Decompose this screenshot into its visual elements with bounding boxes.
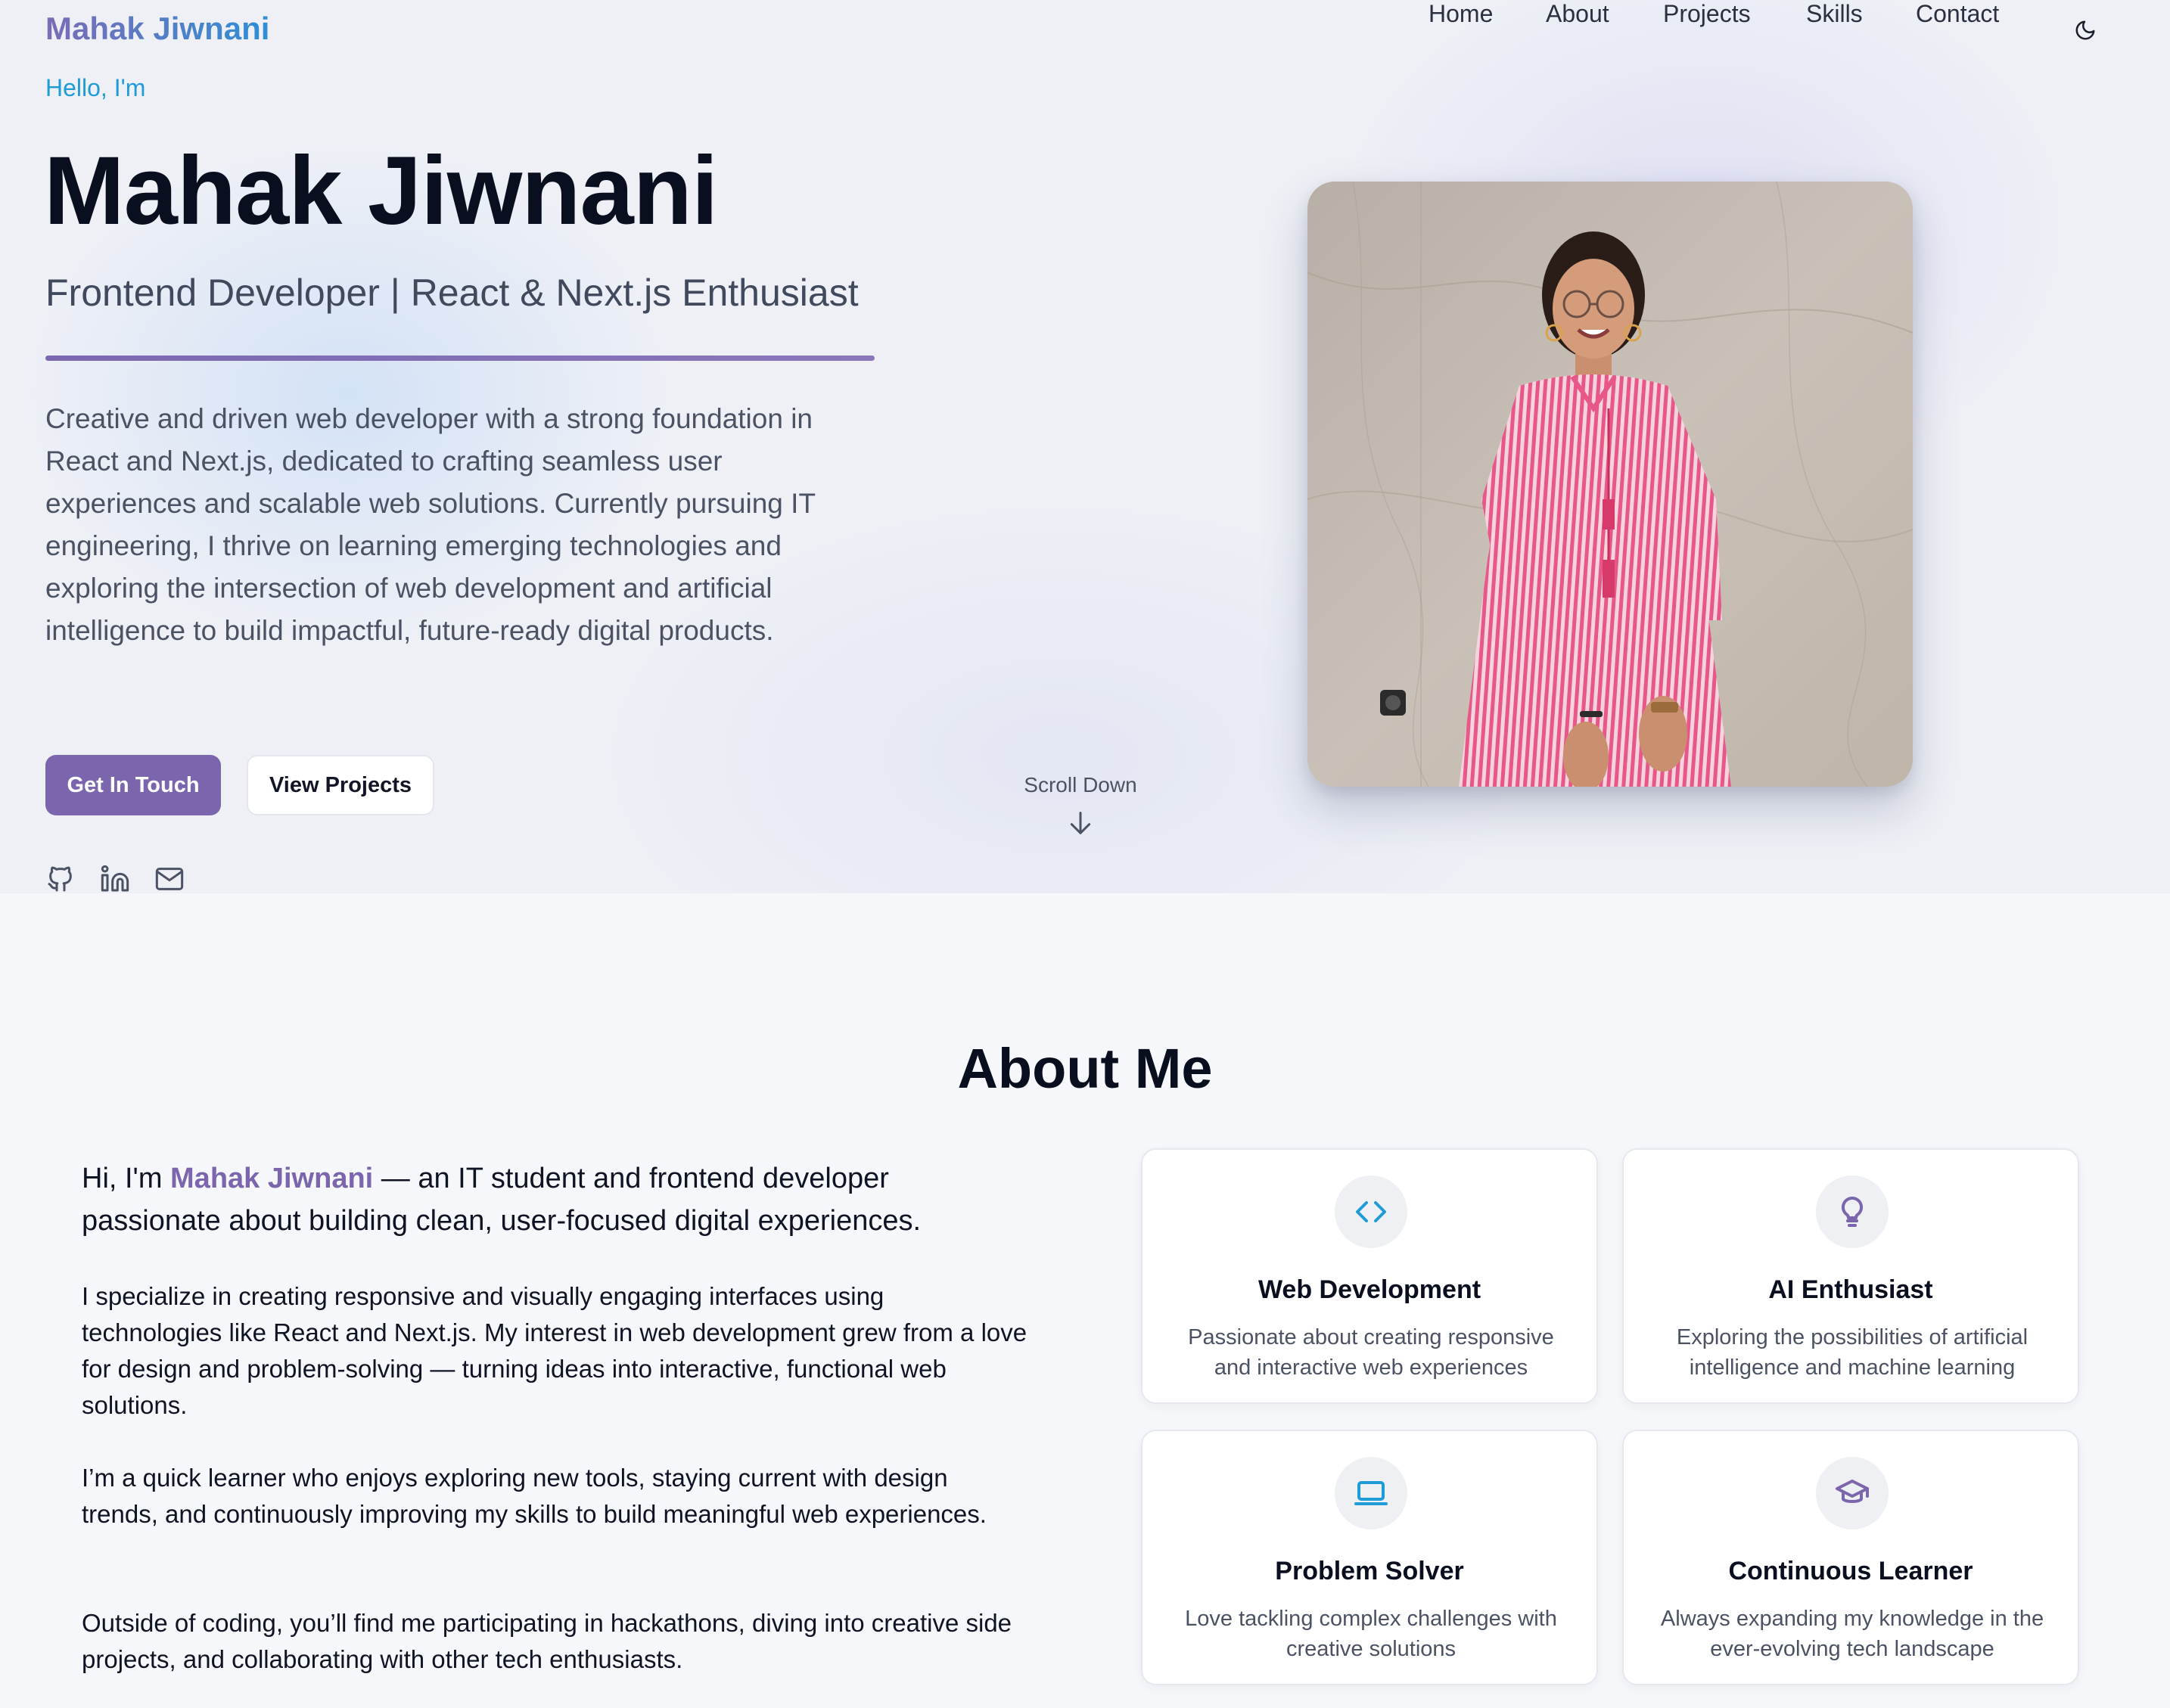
nav-about[interactable]: About xyxy=(1546,0,1609,28)
brand-logo[interactable]: Mahak Jiwnani xyxy=(45,11,269,47)
lightbulb-icon xyxy=(1841,1196,1864,1227)
code-icon xyxy=(1356,1201,1386,1222)
card-title: AI Enthusiast xyxy=(1768,1275,1933,1304)
nav-contact[interactable]: Contact xyxy=(1916,0,1999,28)
card-web-development: Web Development Passionate about creatin… xyxy=(1141,1148,1598,1404)
github-link[interactable] xyxy=(45,864,76,893)
card-title: Web Development xyxy=(1258,1275,1481,1304)
card-icon-wrap xyxy=(1816,1175,1889,1248)
about-paragraph-3: Outside of coding, you’ll find me partic… xyxy=(82,1609,1012,1673)
github-icon xyxy=(48,866,72,892)
view-projects-button[interactable]: View Projects xyxy=(247,755,434,815)
about-paragraph-1: I specialize in creating responsive and … xyxy=(82,1282,1027,1419)
hero-underline xyxy=(45,356,875,361)
moon-icon xyxy=(2075,20,2095,40)
hero-name: Mahak Jiwnani xyxy=(44,137,718,245)
about-intro-prefix: Hi, I'm xyxy=(82,1163,171,1194)
profile-photo xyxy=(1307,182,1913,787)
card-ai-enthusiast: AI Enthusiast Exploring the possibilitie… xyxy=(1622,1148,2079,1404)
card-icon-wrap xyxy=(1335,1175,1407,1248)
card-continuous-learner: Continuous Learner Always expanding my k… xyxy=(1622,1430,2079,1685)
card-icon-wrap xyxy=(1816,1457,1889,1529)
theme-toggle-button[interactable] xyxy=(2069,14,2102,47)
nav-projects[interactable]: Projects xyxy=(1663,0,1751,28)
mail-icon xyxy=(155,868,184,890)
scroll-down-label[interactable]: Scroll Down xyxy=(984,773,1177,797)
nav-home[interactable]: Home xyxy=(1429,0,1493,28)
hero-greeting: Hello, I'm xyxy=(45,74,146,101)
graduation-cap-icon xyxy=(1836,1480,1869,1503)
hero-section: Mahak Jiwnani Home About Projects Skills… xyxy=(0,0,2170,893)
get-in-touch-button[interactable]: Get In Touch xyxy=(45,755,221,815)
card-icon-wrap xyxy=(1335,1457,1407,1529)
card-title: Continuous Learner xyxy=(1728,1557,1973,1585)
card-title: Problem Solver xyxy=(1275,1557,1464,1585)
laptop-icon xyxy=(1354,1481,1388,1505)
about-intro: Hi, I'm Mahak Jiwnani — an IT student an… xyxy=(82,1157,1012,1242)
hero-description: Creative and driven web developer with a… xyxy=(45,403,816,646)
card-description: Exploring the possibilities of artificia… xyxy=(1676,1325,2029,1380)
card-description: Love tackling complex challenges with cr… xyxy=(1185,1607,1557,1661)
card-description: Passionate about creating responsive and… xyxy=(1188,1325,1554,1380)
about-intro-name: Mahak Jiwnani xyxy=(170,1163,374,1194)
about-paragraph-2: I’m a quick learner who enjoys exploring… xyxy=(82,1464,987,1528)
linkedin-icon xyxy=(101,865,129,892)
card-problem-solver: Problem Solver Love tackling complex cha… xyxy=(1141,1430,1598,1685)
nav-skills[interactable]: Skills xyxy=(1806,0,1863,28)
about-title: About Me xyxy=(957,1037,1213,1100)
card-description: Always expanding my knowledge in the eve… xyxy=(1660,1607,2044,1661)
hero-role: Frontend Developer | React & Next.js Ent… xyxy=(45,272,859,314)
linkedin-link[interactable] xyxy=(100,864,130,893)
email-link[interactable] xyxy=(154,864,185,893)
arrow-down-icon[interactable] xyxy=(1065,808,1096,838)
